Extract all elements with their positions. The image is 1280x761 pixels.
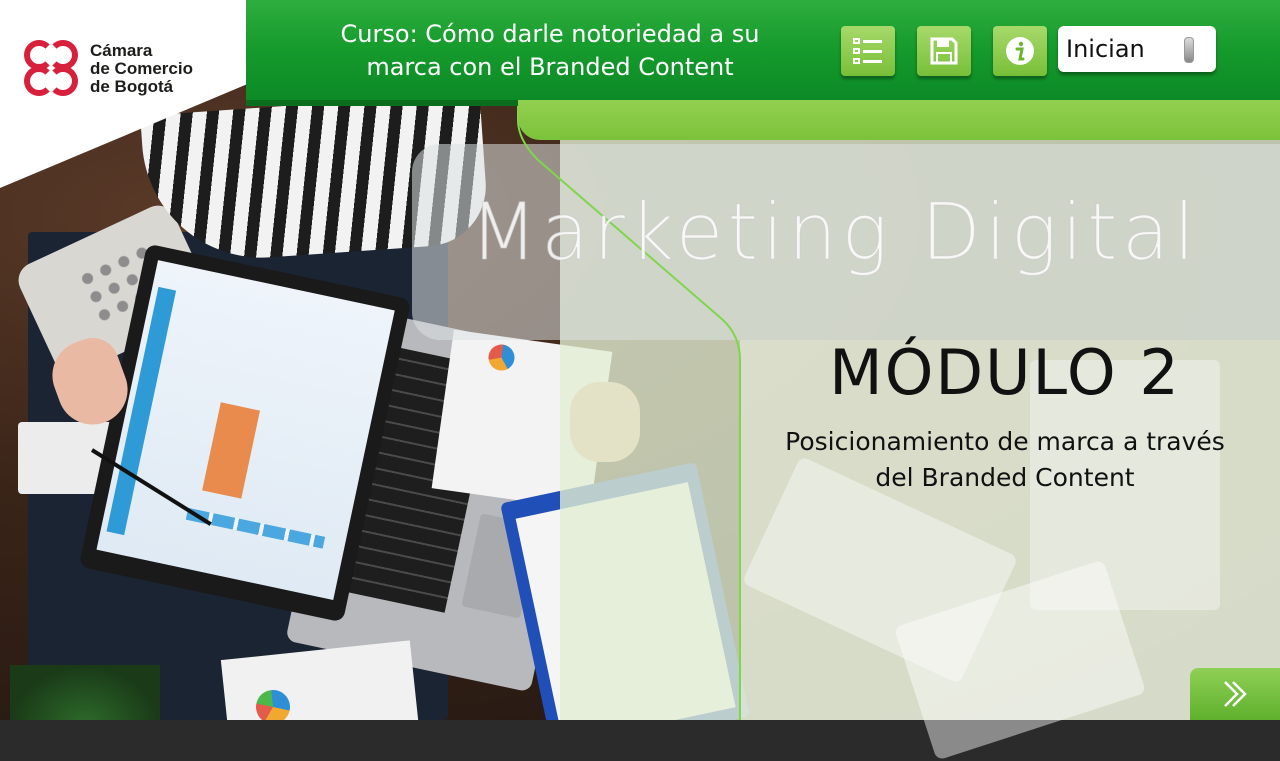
info-icon — [1006, 37, 1034, 65]
info-button[interactable] — [993, 26, 1047, 76]
logo-line: Cámara — [90, 41, 153, 60]
module-title: MÓDULO 2 — [829, 336, 1181, 409]
list-menu-icon — [853, 38, 882, 64]
sound-label: Inician — [1066, 35, 1145, 63]
course-title-line: Curso: Cómo darle notoriedad a su — [340, 20, 760, 48]
logo-line: de Comercio — [90, 59, 193, 78]
save-icon — [930, 37, 958, 65]
course-title-line: marca con el Branded Content — [366, 53, 734, 81]
logo[interactable]: Cámara de Comercio de Bogotá — [24, 40, 193, 98]
sound-toggle[interactable]: Inician — [1058, 26, 1216, 72]
next-button[interactable] — [1190, 668, 1280, 720]
save-button[interactable] — [917, 26, 971, 76]
module-subtitle: Posicionamiento de marca a través del Br… — [745, 424, 1265, 496]
logo-line: de Bogotá — [90, 77, 174, 96]
header-subbar — [518, 100, 1280, 140]
subtitle-line: del Branded Content — [875, 463, 1135, 492]
subtitle-line: Posicionamiento de marca a través — [785, 427, 1225, 456]
ccb-logo-icon — [24, 40, 80, 98]
plant — [10, 665, 160, 720]
logo-text: Cámara de Comercio de Bogotá — [90, 42, 193, 96]
menu-button[interactable] — [841, 26, 895, 76]
watermark-title: Marketing Digital — [470, 188, 1200, 279]
course-title: Curso: Cómo darle notoriedad a su marca … — [300, 18, 800, 84]
double-chevron-right-icon — [1224, 681, 1247, 707]
toggle-switch-icon[interactable] — [1184, 37, 1194, 63]
